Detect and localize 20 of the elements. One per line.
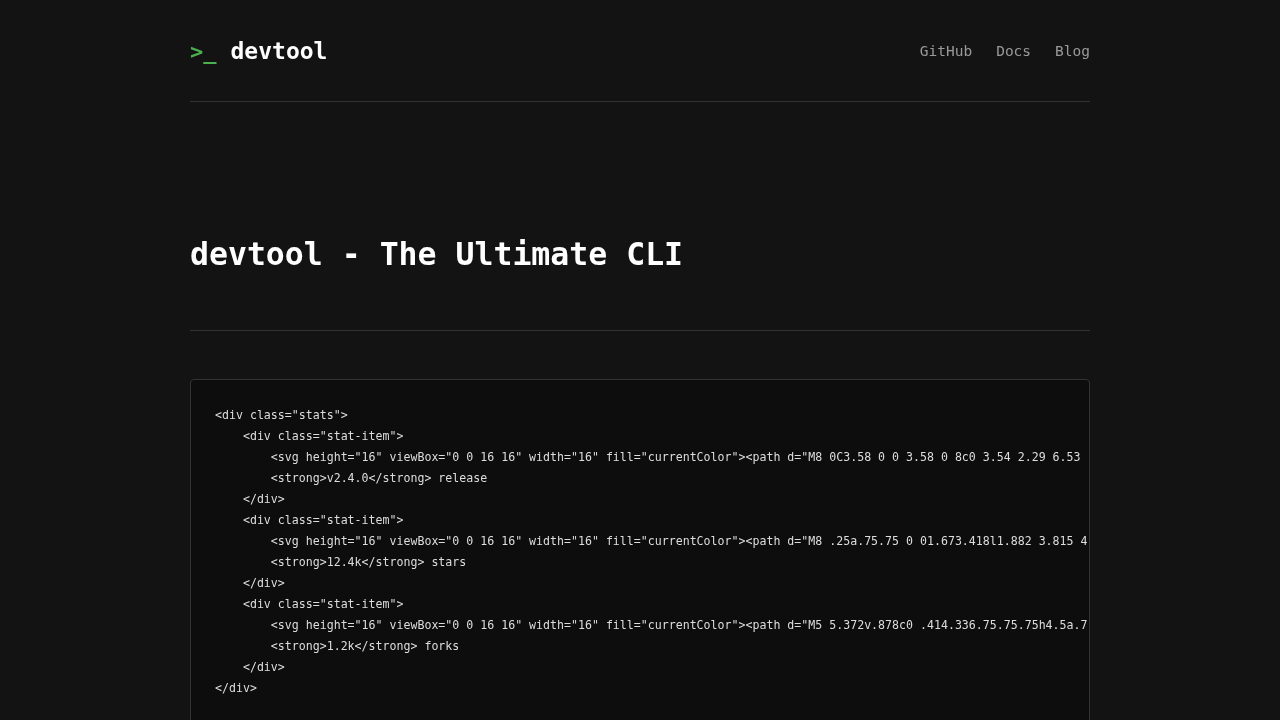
nav-link[interactable]: GitHub: [919, 42, 973, 59]
code-line: <svg height="16" viewBox="0 0 16 16" width="16" fill="currentColor"><path d="M5 5.372v.878c0 .414.336.75.75.75h4.5a.7: [269, 618, 1088, 632]
code-line: </div>: [241, 576, 285, 590]
code-line: <svg height="16" viewBox="0 0 16 16" width="16" fill="currentColor"><path d="M8 0C3.58 0 0 3.58 0 8c0 3.54 2.29 6.53: [269, 450, 1081, 464]
code-line: <strong>12.4k</strong> stars: [269, 555, 467, 569]
logo-prompt: >_: [190, 38, 217, 64]
code-line: <strong>1.2k</strong> forks: [269, 639, 460, 653]
code-line: <div class="stats">: [215, 408, 348, 422]
nav-link[interactable]: Docs: [996, 42, 1032, 59]
code-line: <div class="stat-item">: [241, 597, 404, 611]
nav-link[interactable]: Blog: [1055, 42, 1090, 59]
code-line: </div>: [215, 681, 257, 695]
code-line: <div class="stat-item">: [241, 429, 404, 443]
code-line: </div>: [241, 492, 285, 506]
code-line: <strong>v2.4.0</strong> release: [269, 471, 488, 485]
code-line: <svg height="16" viewBox="0 0 16 16" width="16" fill="currentColor"><path d="M8 .25a.75.75 0 01.673.418l1.882 3.815 4: [269, 534, 1088, 548]
page-title: devtool - The Ultimate CLI: [190, 235, 685, 274]
code-line: <div class="stat-item">: [241, 513, 404, 527]
logo-name: devtool: [230, 37, 328, 64]
code-line: </div>: [241, 660, 285, 674]
